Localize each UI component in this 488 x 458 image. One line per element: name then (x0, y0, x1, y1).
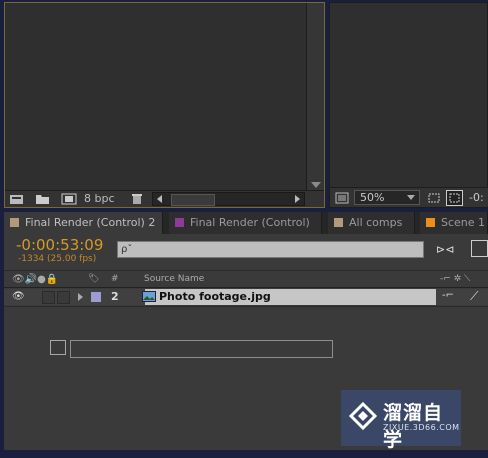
logo-mark-icon (349, 402, 377, 430)
watermark-subtitle: ZIXUE.3D66.COM (383, 423, 460, 432)
timeline-search-input[interactable]: ρˇ (117, 241, 424, 258)
current-timecode[interactable]: -0:00:53:09 (16, 236, 103, 254)
tab-final-render-control-2[interactable]: Final Render (Control) 2 (4, 212, 163, 234)
text-field[interactable] (70, 340, 333, 358)
comp-mini-flowchart-icon[interactable]: ⊳⊲ (436, 243, 454, 256)
composition-panel: 50% -0: (329, 2, 488, 208)
project-toolbar: 8 bpc (5, 190, 324, 207)
source-name-column-header[interactable]: Source Name (144, 274, 204, 284)
layer-name-text: Photo footage.jpg (159, 290, 271, 303)
scroll-left-arrow-icon[interactable] (157, 195, 162, 203)
interpret-footage-icon[interactable] (9, 193, 25, 205)
watermark-logo: 溜溜自学 ZIXUE.3D66.COM (341, 390, 461, 451)
label-color-swatch (175, 218, 184, 227)
tab-label: Final Render (Control) (190, 216, 310, 229)
tab-all-comps[interactable]: All comps (328, 212, 415, 234)
layer-column-header: 👁🔊●🔒 🏷 # Source Name -⌐ ✲ ⟍ (4, 270, 488, 288)
checkbox[interactable] (50, 340, 66, 355)
project-items-area[interactable] (5, 3, 307, 190)
project-panel: 8 bpc (4, 2, 325, 208)
zoom-value: 50% (360, 191, 385, 204)
new-folder-icon[interactable] (35, 193, 51, 205)
scroll-down-arrow-icon[interactable] (311, 182, 321, 188)
tab-label: Scene 1 (441, 216, 486, 229)
region-of-interest-icon[interactable] (427, 192, 441, 204)
current-time-display[interactable]: -0: (469, 191, 484, 204)
tab-label: All comps (349, 216, 403, 229)
timeline-control-row: -0:00:53:09 -1334 (25.00 fps) ρˇ ⊳⊲ (4, 234, 488, 269)
solo-switch[interactable] (42, 291, 55, 304)
expand-triangle-icon[interactable] (78, 293, 83, 301)
scroll-thumb[interactable] (171, 194, 215, 206)
project-vertical-scrollbar[interactable] (307, 3, 324, 190)
transparency-grid-icon[interactable] (446, 190, 463, 206)
tab-scene-1[interactable]: Scene 1 (420, 212, 488, 234)
search-icon: ρˇ (121, 244, 133, 255)
tab-final-render-control[interactable]: Final Render (Control) (169, 212, 322, 234)
av-switches-icons: 👁🔊●🔒 (12, 274, 59, 285)
project-horizontal-scrollbar[interactable] (152, 192, 305, 206)
zoom-dropdown[interactable]: 50% (354, 190, 420, 205)
composition-toolbar: 50% -0: (330, 187, 488, 207)
quality-switch-icon[interactable]: ⟋ (470, 289, 478, 304)
layer-number: 2 (111, 290, 119, 303)
label-color-swatch (10, 218, 19, 227)
scroll-right-arrow-icon[interactable] (295, 195, 300, 203)
new-comp-icon[interactable] (61, 193, 77, 205)
layer-name[interactable]: Photo footage.jpg (142, 289, 436, 305)
switches-header-icons: -⌐ ✲ ⟍ (440, 274, 471, 284)
trash-icon[interactable] (131, 193, 143, 205)
bit-depth-label[interactable]: 8 bpc (84, 192, 115, 205)
number-column-header[interactable]: # (111, 274, 119, 284)
label-color-swatch (334, 218, 343, 227)
shy-switch-icon[interactable]: -⌐ (442, 290, 454, 301)
timeline-tab-bar: Final Render (Control) 2 Final Render (C… (4, 212, 488, 234)
eye-visibility-icon[interactable]: 👁 (12, 291, 25, 302)
label-tag-icon: 🏷 (88, 274, 100, 284)
lock-switch[interactable] (57, 291, 70, 304)
label-color-swatch (426, 218, 435, 227)
layer-row[interactable]: 👁 2 Photo footage.jpg -⌐ ⟋ (4, 289, 488, 305)
chevron-down-icon (407, 195, 415, 200)
draft-3d-toggle[interactable] (471, 240, 488, 257)
layer-label-color[interactable] (91, 292, 101, 302)
frame-count: -1334 (25.00 fps) (18, 254, 97, 264)
tab-label: Final Render (Control) 2 (25, 216, 156, 229)
always-preview-icon[interactable] (335, 192, 349, 204)
footage-image-icon (142, 291, 156, 302)
